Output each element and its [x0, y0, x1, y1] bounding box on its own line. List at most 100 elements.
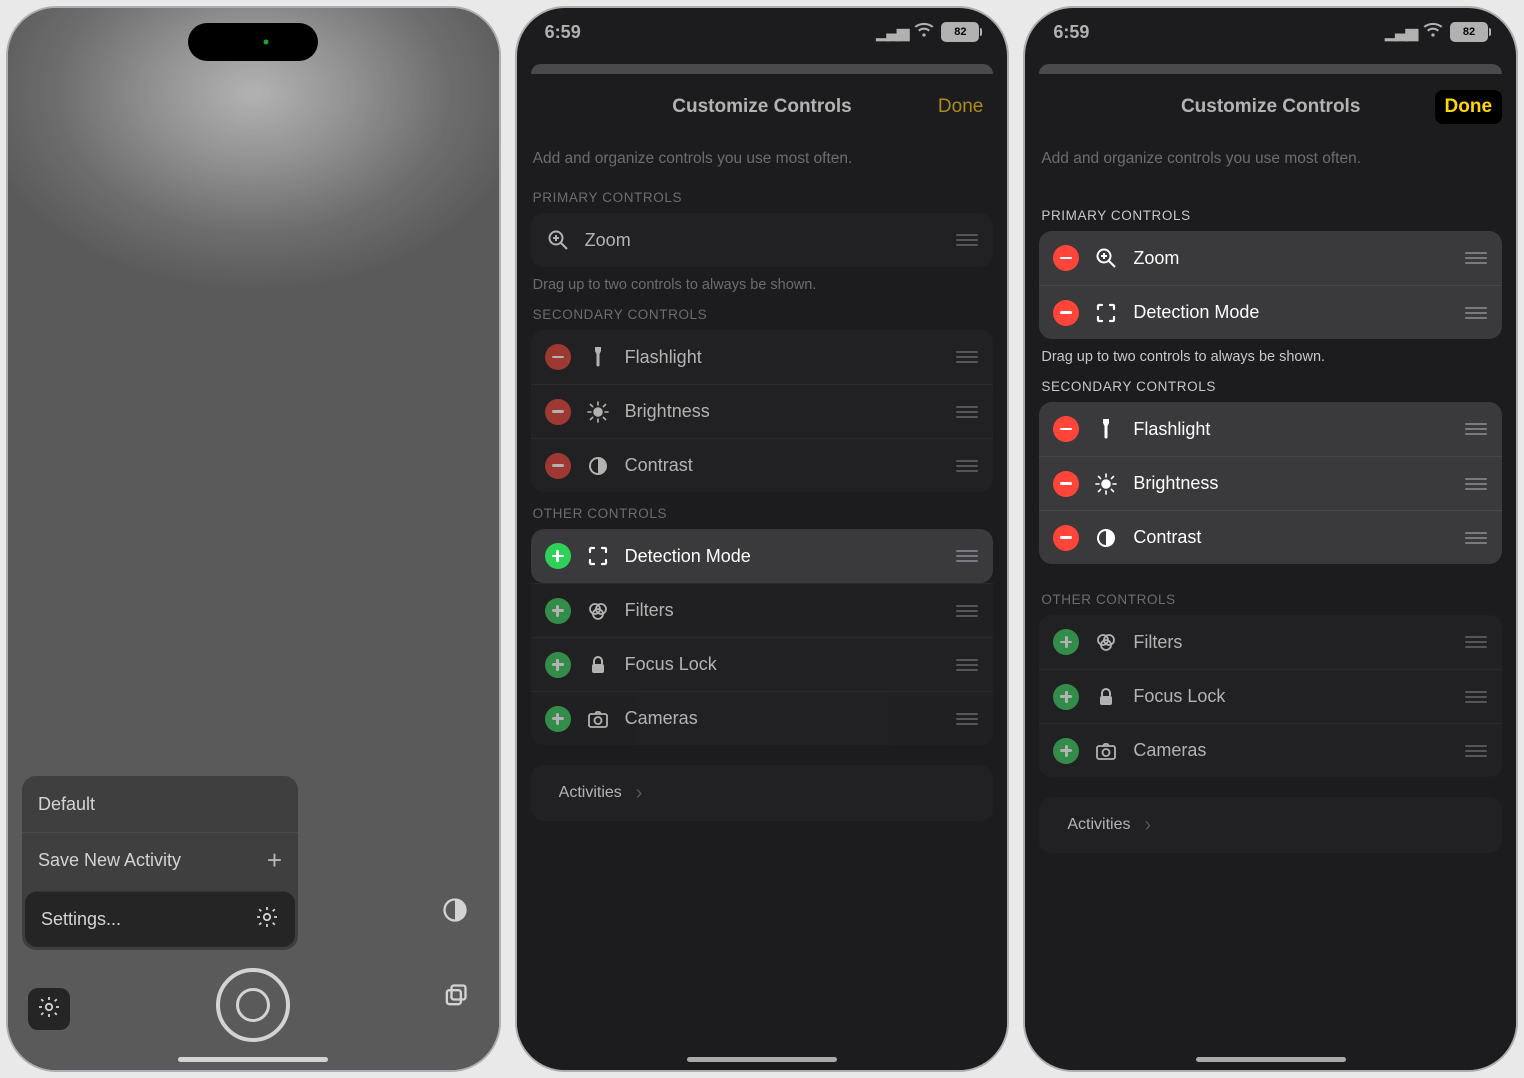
row-label: Detection Mode: [625, 546, 942, 567]
add-icon[interactable]: [1053, 629, 1079, 655]
row-contrast[interactable]: Contrast: [1039, 510, 1502, 564]
secondary-header: SECONDARY CONTROLS: [1041, 379, 1500, 394]
status-time: 6:59: [1053, 22, 1089, 43]
row-filters[interactable]: Filters: [531, 583, 994, 637]
row-cameras[interactable]: Cameras: [1039, 723, 1502, 777]
remove-icon[interactable]: [545, 453, 571, 479]
add-icon[interactable]: [545, 543, 571, 569]
flashlight-icon: [585, 345, 611, 369]
row-label: Flashlight: [625, 347, 942, 368]
drag-handle[interactable]: [1464, 691, 1488, 703]
behind-card: [1039, 64, 1502, 74]
done-button[interactable]: Done: [1435, 90, 1503, 124]
battery-icon: 82: [1450, 22, 1488, 42]
secondary-header: SECONDARY CONTROLS: [533, 307, 992, 322]
add-icon[interactable]: [545, 652, 571, 678]
row-flashlight[interactable]: Flashlight: [1039, 402, 1502, 456]
chevron-right-icon: ›: [1144, 814, 1151, 837]
drag-handle[interactable]: [1464, 745, 1488, 757]
row-label: Brightness: [625, 401, 942, 422]
add-icon[interactable]: [545, 706, 571, 732]
drag-handle[interactable]: [955, 713, 979, 725]
drag-handle[interactable]: [1464, 423, 1488, 435]
row-detection-mode[interactable]: Detection Mode: [1039, 285, 1502, 339]
drag-handle[interactable]: [955, 550, 979, 562]
lock-icon: [1093, 685, 1119, 709]
contrast-icon: [585, 454, 611, 478]
drag-handle[interactable]: [955, 605, 979, 617]
primary-header: PRIMARY CONTROLS: [1041, 208, 1500, 223]
other-group: Detection Mode Filters Focus Lock Camera…: [531, 529, 994, 745]
drag-handle[interactable]: [1464, 532, 1488, 544]
sheet-title: Customize Controls: [1181, 96, 1360, 118]
drag-handle[interactable]: [955, 406, 979, 418]
row-focus-lock[interactable]: Focus Lock: [1039, 669, 1502, 723]
row-filters[interactable]: Filters: [1039, 615, 1502, 669]
customize-sheet: Customize Controls Done Add and organize…: [1025, 78, 1516, 1070]
drag-handle[interactable]: [1464, 478, 1488, 490]
signal-icon: ▁▃▅: [876, 22, 907, 42]
remove-icon[interactable]: [1053, 300, 1079, 326]
done-button[interactable]: Done: [928, 90, 993, 124]
row-detection-mode[interactable]: Detection Mode: [531, 529, 994, 583]
other-group: Filters Focus Lock Cameras: [1039, 615, 1502, 777]
row-zoom[interactable]: Zoom: [1039, 231, 1502, 285]
row-label: Zoom: [585, 230, 942, 251]
row-label: Brightness: [1133, 473, 1450, 494]
behind-card: [531, 64, 994, 74]
wifi-icon: [1423, 20, 1443, 45]
drag-handle[interactable]: [955, 234, 979, 246]
row-label: Activities: [1067, 816, 1130, 834]
drag-handle[interactable]: [1464, 636, 1488, 648]
remove-icon[interactable]: [1053, 245, 1079, 271]
primary-group: Zoom Detection Mode: [1039, 231, 1502, 339]
lock-icon: [585, 653, 611, 677]
row-focus-lock[interactable]: Focus Lock: [531, 637, 994, 691]
row-label: Filters: [1133, 632, 1450, 653]
row-label: Cameras: [625, 708, 942, 729]
dim-overlay: [8, 8, 499, 1070]
phone-customize-after: 6:59 ▁▃▅ 82 Customize Controls Done Add …: [1023, 6, 1518, 1072]
drag-handle[interactable]: [955, 659, 979, 671]
zoom-icon: [1093, 246, 1119, 270]
row-label: Focus Lock: [1133, 686, 1450, 707]
chevron-right-icon: ›: [636, 782, 643, 805]
row-cameras[interactable]: Cameras: [531, 691, 994, 745]
row-label: Contrast: [1133, 527, 1450, 548]
drag-handle[interactable]: [955, 351, 979, 363]
row-contrast[interactable]: Contrast: [531, 438, 994, 492]
filters-icon: [585, 599, 611, 623]
remove-icon[interactable]: [1053, 525, 1079, 551]
row-activities[interactable]: Activities ›: [531, 765, 994, 821]
row-activities[interactable]: Activities ›: [1039, 797, 1502, 853]
drag-handle[interactable]: [955, 460, 979, 472]
row-brightness[interactable]: Brightness: [531, 384, 994, 438]
sheet-subtitle: Add and organize controls you use most o…: [533, 150, 992, 168]
drag-handle[interactable]: [1464, 252, 1488, 264]
other-header: OTHER CONTROLS: [533, 506, 992, 521]
customize-sheet: Customize Controls Done Add and organize…: [517, 78, 1008, 1070]
remove-icon[interactable]: [545, 344, 571, 370]
contrast-icon: [1093, 526, 1119, 550]
battery-icon: 82: [941, 22, 979, 42]
sheet-subtitle: Add and organize controls you use most o…: [1041, 150, 1500, 168]
home-indicator[interactable]: [687, 1057, 837, 1062]
remove-icon[interactable]: [1053, 471, 1079, 497]
status-time: 6:59: [545, 22, 581, 43]
row-zoom[interactable]: Zoom: [531, 213, 994, 267]
camera-icon: [1093, 739, 1119, 763]
row-label: Focus Lock: [625, 654, 942, 675]
phone-customize-before: 6:59 ▁▃▅ 82 Customize Controls Done Add …: [515, 6, 1010, 1072]
add-icon[interactable]: [545, 598, 571, 624]
row-flashlight[interactable]: Flashlight: [531, 330, 994, 384]
detection-icon: [1093, 301, 1119, 325]
row-brightness[interactable]: Brightness: [1039, 456, 1502, 510]
detection-icon: [585, 544, 611, 568]
remove-icon[interactable]: [1053, 416, 1079, 442]
remove-icon[interactable]: [545, 399, 571, 425]
phone-magnifier-menu: Default Save New Activity + Settings...: [6, 6, 501, 1072]
drag-handle[interactable]: [1464, 307, 1488, 319]
home-indicator[interactable]: [1196, 1057, 1346, 1062]
add-icon[interactable]: [1053, 684, 1079, 710]
add-icon[interactable]: [1053, 738, 1079, 764]
